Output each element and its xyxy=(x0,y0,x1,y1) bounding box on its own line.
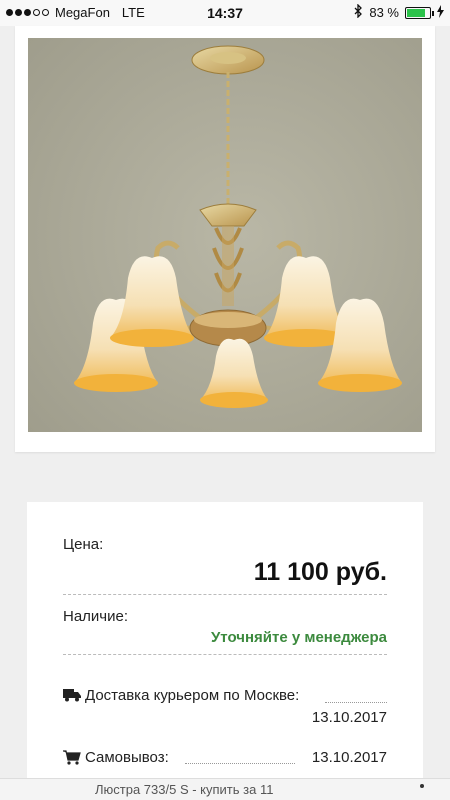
dotted-leader xyxy=(185,763,295,764)
product-photo[interactable] xyxy=(28,38,422,432)
courier-delivery-date: 13.10.2017 xyxy=(311,709,387,726)
charging-icon xyxy=(437,4,444,21)
browser-bottom-bar: Люстра 733/5 S - купить за 11 xyxy=(0,778,450,800)
courier-delivery-label: Доставка курьером по Москве: xyxy=(85,687,300,704)
product-info-card: Цена: 11 100 руб. Наличие: Уточняйте у м… xyxy=(27,502,423,800)
product-image-card xyxy=(15,26,435,452)
truck-icon xyxy=(63,688,81,706)
availability-label: Наличие: xyxy=(63,608,129,625)
status-right: 83 % xyxy=(354,3,444,21)
battery-icon xyxy=(405,6,434,19)
divider xyxy=(63,654,387,655)
availability-value[interactable]: Уточняйте у менеджера xyxy=(211,629,387,646)
divider xyxy=(63,594,387,595)
chandelier-illustration xyxy=(28,38,422,432)
battery-percent: 83 % xyxy=(369,5,399,20)
status-bar: MegaFon LTE 14:37 83 % xyxy=(0,0,450,26)
pickup-date: 13.10.2017 xyxy=(311,749,387,766)
page-title[interactable]: Люстра 733/5 S - купить за 11 xyxy=(95,782,295,797)
dotted-leader xyxy=(325,702,387,703)
bluetooth-icon xyxy=(354,3,363,21)
page-indicator-dot xyxy=(420,784,424,788)
cart-icon xyxy=(63,750,81,769)
price-label: Цена: xyxy=(63,536,104,553)
pickup-label: Самовывоз: xyxy=(85,749,169,766)
price-value: 11 100 руб. xyxy=(253,558,387,586)
